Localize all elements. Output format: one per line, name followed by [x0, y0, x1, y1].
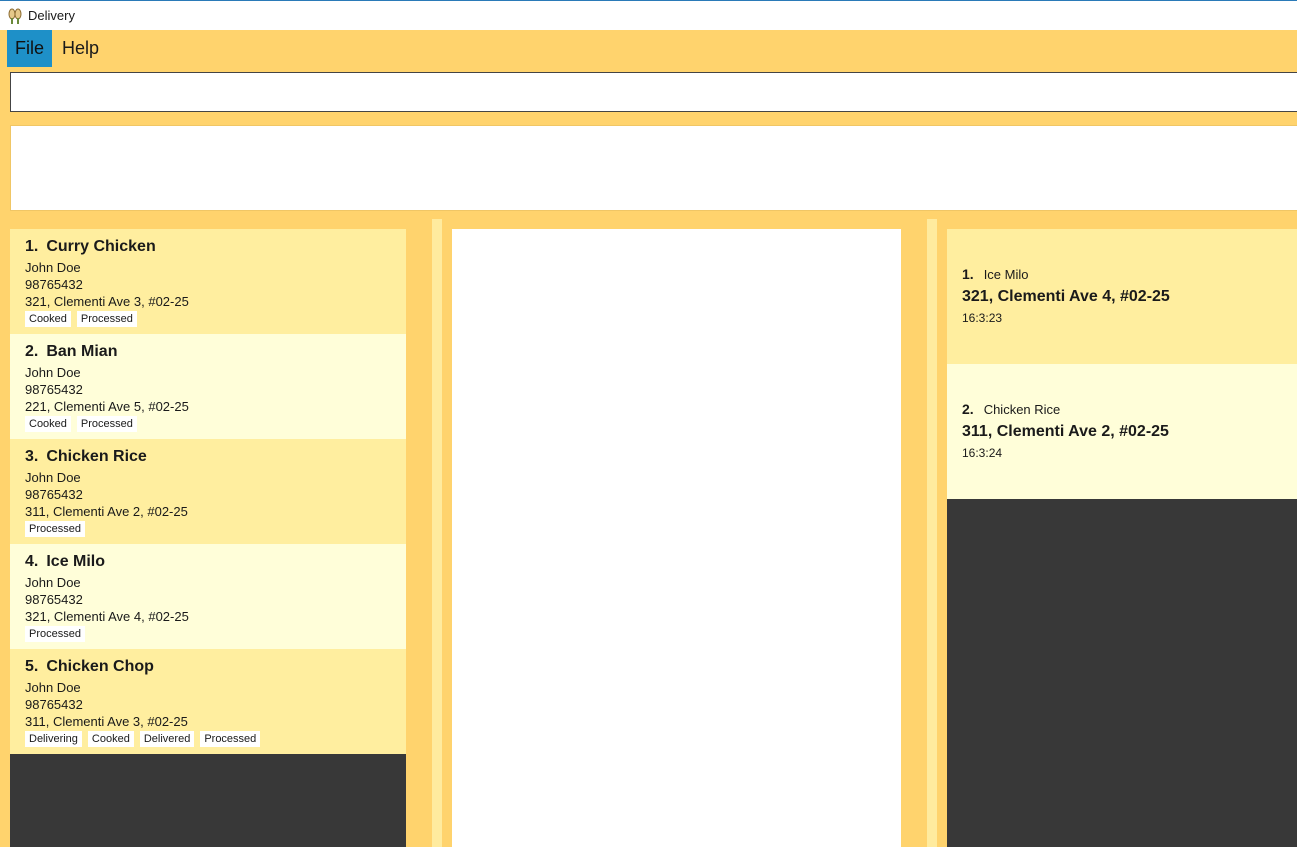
order-card[interactable]: 4. Ice Milo John Doe 98765432 321, Cleme…	[10, 544, 406, 649]
order-address: 311, Clementi Ave 2, #02-25	[25, 504, 188, 519]
result-display	[10, 125, 1297, 211]
order-name: Chicken Rice	[46, 448, 147, 465]
order-tag: Cooked	[25, 416, 71, 432]
order-phone: 98765432	[25, 487, 83, 502]
order-index: 2.	[25, 343, 39, 360]
window-title: Delivery	[28, 8, 75, 23]
delivery-card[interactable]: 1. Ice Milo 321, Clementi Ave 4, #02-25 …	[947, 229, 1297, 364]
delivery-card[interactable]: 2. Chicken Rice 311, Clementi Ave 2, #02…	[947, 364, 1297, 499]
order-tag: Processed	[25, 521, 85, 537]
order-tag: Processed	[76, 311, 137, 327]
order-tag: Processed	[76, 416, 137, 432]
delivery-item-name: Ice Milo	[983, 267, 1029, 282]
delivery-item-name: Chicken Rice	[983, 402, 1061, 417]
order-customer: John Doe	[25, 260, 81, 275]
order-tag: Delivering	[25, 731, 82, 747]
order-customer: John Doe	[25, 680, 81, 695]
delivery-index: 1.	[962, 266, 974, 282]
order-list[interactable]: 1. Curry Chicken John Doe 98765432 321, …	[10, 229, 406, 847]
order-index: 1.	[25, 238, 39, 255]
order-name: Chicken Chop	[46, 658, 154, 675]
menu-bar: File Help	[0, 30, 1297, 67]
order-address: 321, Clementi Ave 3, #02-25	[25, 294, 189, 309]
order-address: 221, Clementi Ave 5, #02-25	[25, 399, 189, 414]
order-address: 311, Clementi Ave 3, #02-25	[25, 714, 188, 729]
order-name: Curry Chicken	[46, 238, 156, 255]
order-tag: Cooked	[87, 731, 134, 747]
panel-divider-left[interactable]	[432, 219, 442, 847]
order-customer: John Doe	[25, 575, 81, 590]
order-tag: Processed	[200, 731, 261, 747]
order-tag: Processed	[25, 626, 85, 642]
delivery-address: 321, Clementi Ave 4, #02-25	[962, 288, 1170, 305]
order-address: 321, Clementi Ave 4, #02-25	[25, 609, 189, 624]
order-card[interactable]: 1. Curry Chicken John Doe 98765432 321, …	[10, 229, 406, 334]
order-card[interactable]: 3. Chicken Rice John Doe 98765432 311, C…	[10, 439, 406, 544]
delivery-list[interactable]: 1. Ice Milo 321, Clementi Ave 4, #02-25 …	[947, 229, 1297, 847]
order-phone: 98765432	[25, 697, 83, 712]
delivery-address: 311, Clementi Ave 2, #02-25	[962, 423, 1169, 440]
panel-divider-right[interactable]	[927, 219, 937, 847]
menu-file[interactable]: File	[7, 30, 53, 67]
order-name: Ban Mian	[46, 343, 118, 360]
order-tag: Cooked	[25, 311, 71, 327]
order-customer: John Doe	[25, 365, 81, 380]
delivery-time: 16:3:24	[962, 446, 1003, 460]
title-bar: Delivery	[0, 0, 1297, 30]
order-card[interactable]: 2. Ban Mian John Doe 98765432 221, Cleme…	[10, 334, 406, 439]
menu-help[interactable]: Help	[52, 30, 109, 67]
command-input[interactable]	[10, 72, 1297, 112]
order-phone: 98765432	[25, 277, 83, 292]
detail-panel	[452, 229, 901, 847]
order-index: 5.	[25, 658, 39, 675]
order-customer: John Doe	[25, 470, 81, 485]
order-index: 4.	[25, 553, 39, 570]
order-phone: 98765432	[25, 382, 83, 397]
delivery-index: 2.	[962, 401, 974, 417]
order-card[interactable]: 5. Chicken Chop John Doe 98765432 311, C…	[10, 649, 406, 754]
app-icon	[8, 8, 22, 24]
order-phone: 98765432	[25, 592, 83, 607]
order-name: Ice Milo	[46, 553, 106, 570]
delivery-time: 16:3:23	[962, 311, 1003, 325]
order-index: 3.	[25, 448, 39, 465]
order-tag: Delivered	[139, 731, 195, 747]
